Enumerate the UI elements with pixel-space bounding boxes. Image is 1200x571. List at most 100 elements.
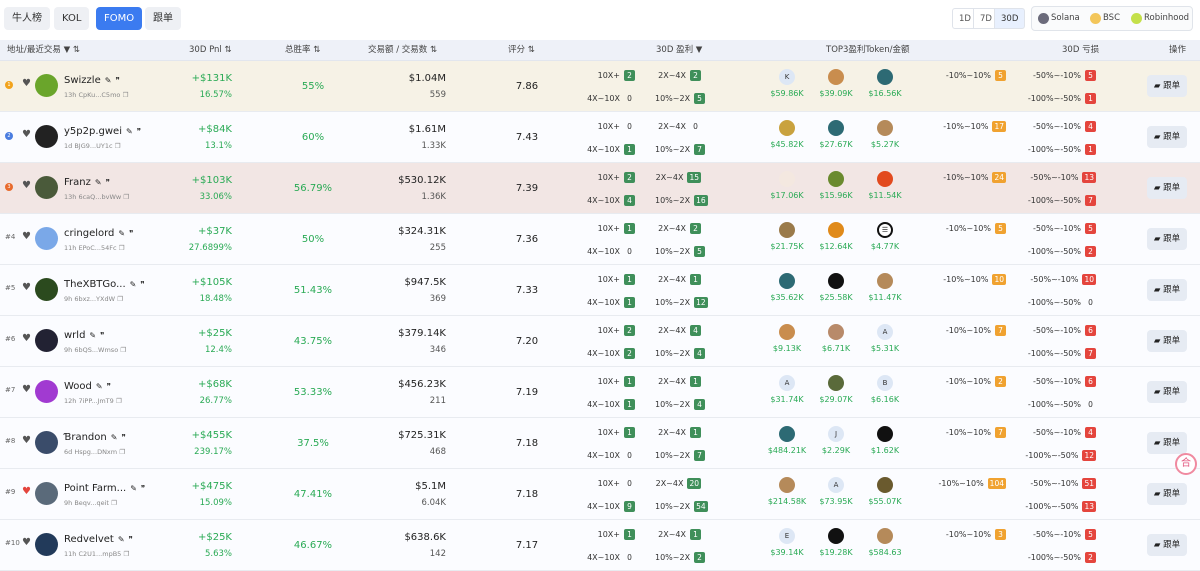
copy-icon[interactable]: ❐ xyxy=(116,397,122,405)
trader-name[interactable]: Swizzle ✎ ❞ xyxy=(64,75,120,86)
edit-icon[interactable]: ✎ xyxy=(130,484,137,493)
top-token[interactable]: K $59.86K xyxy=(765,69,809,98)
copy-icon[interactable]: ❐ xyxy=(120,346,126,354)
follow-button[interactable]: ▰ 跟单 xyxy=(1147,381,1187,403)
trader-name[interactable]: Point Farm... ✎ ❞ xyxy=(64,483,145,494)
favorite-heart-icon[interactable]: ♥ xyxy=(22,282,31,293)
top-token[interactable]: $15.96K xyxy=(814,171,858,200)
favorite-heart-icon[interactable]: ♥ xyxy=(22,333,31,344)
follow-button[interactable]: ▰ 跟单 xyxy=(1147,432,1187,454)
table-row[interactable]: 1 ♥ Swizzle ✎ ❞ 13h CpKu...C5mo ❐ +$131K 16.57%… xyxy=(0,61,1200,112)
col-pnl[interactable]: 30D Pnl ⇅ xyxy=(189,40,232,61)
copy-icon[interactable]: ❐ xyxy=(119,244,125,252)
copy-icon[interactable]: ❐ xyxy=(123,193,129,201)
floating-assistant-icon[interactable]: 合 xyxy=(1175,453,1197,475)
twitter-icon[interactable]: ❞ xyxy=(129,229,133,238)
follow-button[interactable]: ▰ 跟单 xyxy=(1147,75,1187,97)
trader-name[interactable]: cringelord ✎ ❞ xyxy=(64,228,133,239)
table-row[interactable]: #10 ♥ Redvelvet ✎ ❞ 11h C2U1...mpB5 ❐ +$25K 5.6… xyxy=(0,520,1200,571)
follow-button[interactable]: ▰ 跟单 xyxy=(1147,534,1187,556)
col-volume[interactable]: 交易额 / 交易数 ⇅ xyxy=(368,40,437,61)
follow-button[interactable]: ▰ 跟单 xyxy=(1147,177,1187,199)
top-token[interactable]: $17.06K xyxy=(765,171,809,200)
trader-name[interactable]: Ɓrandon ✎ ❞ xyxy=(64,432,126,443)
top-token[interactable]: $5.27K xyxy=(863,120,907,149)
twitter-icon[interactable]: ❞ xyxy=(140,280,144,289)
follow-button[interactable]: ▰ 跟单 xyxy=(1147,126,1187,148)
twitter-icon[interactable]: ❞ xyxy=(106,178,110,187)
top-token[interactable]: $35.62K xyxy=(765,273,809,302)
trader-name[interactable]: TheXBTGo... ✎ ❞ xyxy=(64,279,145,290)
favorite-heart-icon[interactable]: ♥ xyxy=(22,231,31,242)
trader-name[interactable]: Franz ✎ ❞ xyxy=(64,177,110,188)
period-30d[interactable]: 30D xyxy=(994,8,1026,29)
filter-icon[interactable]: ▼ xyxy=(64,45,71,55)
copy-icon[interactable]: ❐ xyxy=(123,550,129,558)
edit-icon[interactable]: ✎ xyxy=(89,331,96,340)
edit-icon[interactable]: ✎ xyxy=(126,127,133,136)
follow-button[interactable]: ▰ 跟单 xyxy=(1147,483,1187,505)
favorite-heart-icon[interactable]: ♥ xyxy=(22,78,31,89)
copy-icon[interactable]: ❐ xyxy=(111,499,117,507)
top-token[interactable]: $214.58K xyxy=(765,477,809,506)
top-token[interactable]: $27.67K xyxy=(814,120,858,149)
copy-icon[interactable]: ❐ xyxy=(115,142,121,150)
sort-icon[interactable]: ⇅ xyxy=(225,45,232,55)
table-row[interactable]: #9 ♥ Point Farm... ✎ ❞ 9h Beqv...qeit ❐ +$475K… xyxy=(0,469,1200,520)
copy-icon[interactable]: ❐ xyxy=(117,295,123,303)
edit-icon[interactable]: ✎ xyxy=(105,76,112,85)
top-token[interactable]: B $6.16K xyxy=(863,375,907,404)
top-token[interactable]: $39.09K xyxy=(814,69,858,98)
table-row[interactable]: #6 ♥ wrld ✎ ❞ 9h 6bQS...Wmso ❐ +$25K 12.4% 43.75… xyxy=(0,316,1200,367)
favorite-heart-icon[interactable]: ♥ xyxy=(22,435,31,446)
tab-fomo[interactable]: FOMO xyxy=(96,7,143,30)
twitter-icon[interactable]: ❞ xyxy=(137,127,141,136)
trader-name[interactable]: wrld ✎ ❞ xyxy=(64,330,104,341)
twitter-icon[interactable]: ❞ xyxy=(107,382,111,391)
col-score[interactable]: 评分 ⇅ xyxy=(508,40,535,61)
top-token[interactable]: ☰ $4.77K xyxy=(863,222,907,251)
top-token[interactable]: $12.64K xyxy=(814,222,858,251)
edit-icon[interactable]: ✎ xyxy=(111,433,118,442)
top-token[interactable]: $1.62K xyxy=(863,426,907,455)
sort-icon[interactable]: ⇅ xyxy=(313,45,320,55)
edit-icon[interactable]: ✎ xyxy=(130,280,137,289)
top-token[interactable]: $6.71K xyxy=(814,324,858,353)
sort-icon[interactable]: ⇅ xyxy=(73,45,80,55)
top-token[interactable]: $16.56K xyxy=(863,69,907,98)
top-token[interactable]: $584.63 xyxy=(863,528,907,557)
chain-robinhood[interactable]: Robinhood xyxy=(1127,8,1189,29)
table-row[interactable]: 3 ♥ Franz ✎ ❞ 13h 6caQ...bvWw ❐ +$103K 33.06% 56… xyxy=(0,163,1200,214)
top-token[interactable]: $11.47K xyxy=(863,273,907,302)
edit-icon[interactable]: ✎ xyxy=(118,535,125,544)
top-token[interactable]: A $5.31K xyxy=(863,324,907,353)
copy-icon[interactable]: ❐ xyxy=(122,91,128,99)
top-token[interactable]: $29.07K xyxy=(814,375,858,404)
tab-top-traders[interactable]: 牛人榜 xyxy=(4,7,50,30)
top-token[interactable]: E $39.14K xyxy=(765,528,809,557)
tab-copy-trade[interactable]: 跟单 xyxy=(145,7,181,30)
twitter-icon[interactable]: ❞ xyxy=(141,484,145,493)
top-token[interactable]: $9.13K xyxy=(765,324,809,353)
top-token[interactable]: $55.07K xyxy=(863,477,907,506)
table-row[interactable]: #4 ♥ cringelord ✎ ❞ 11h EPoC...54Fc ❐ +$37K 27.… xyxy=(0,214,1200,265)
chain-solana[interactable]: Solana xyxy=(1034,8,1080,29)
twitter-icon[interactable]: ❞ xyxy=(115,76,119,85)
twitter-icon[interactable]: ❞ xyxy=(100,331,104,340)
follow-button[interactable]: ▰ 跟单 xyxy=(1147,228,1187,250)
table-row[interactable]: #5 ♥ TheXBTGo... ✎ ❞ 9h 6bxz...YXdW ❐ +$105K 18… xyxy=(0,265,1200,316)
top-token[interactable]: $25.58K xyxy=(814,273,858,302)
col-winrate[interactable]: 总胜率 ⇅ xyxy=(285,40,320,61)
twitter-icon[interactable]: ❞ xyxy=(121,433,125,442)
favorite-heart-icon[interactable]: ♥ xyxy=(22,384,31,395)
favorite-heart-icon[interactable]: ♥ xyxy=(22,129,31,140)
col-profit[interactable]: 30D 盈利 ▼ xyxy=(656,40,702,61)
table-row[interactable]: #8 ♥ Ɓrandon ✎ ❞ 6d Hspg...DNxm ❐ +$455K 239.17… xyxy=(0,418,1200,469)
trader-name[interactable]: Wood ✎ ❞ xyxy=(64,381,111,392)
top-token[interactable]: A $73.95K xyxy=(814,477,858,506)
sort-icon[interactable]: ⇅ xyxy=(430,45,437,55)
top-token[interactable]: A $31.74K xyxy=(765,375,809,404)
top-token[interactable]: $21.75K xyxy=(765,222,809,251)
col-address[interactable]: 地址/最近交易 ▼ ⇅ xyxy=(7,40,80,61)
tab-kol[interactable]: KOL xyxy=(54,7,90,30)
